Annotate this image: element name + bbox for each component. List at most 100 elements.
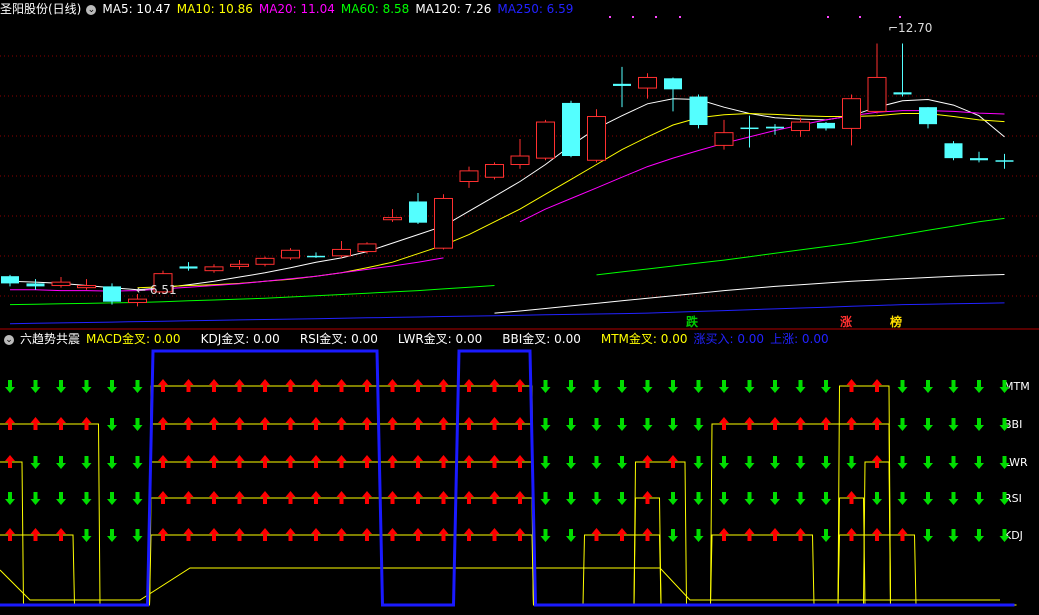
arrow-down-icon [846, 456, 857, 469]
arrow-down-icon [132, 492, 143, 505]
arrow-down-icon [923, 529, 933, 542]
top-marker-dot [859, 16, 861, 18]
arrow-down-icon [897, 492, 908, 505]
candle-body [230, 263, 249, 267]
level-label-kdj: KDJ [1004, 529, 1023, 542]
arrow-down-icon [566, 529, 576, 542]
candle-body [638, 76, 657, 89]
level-label-mtm: MTM [1004, 380, 1030, 393]
arrow-down-icon [974, 456, 984, 469]
candle-body [383, 217, 402, 221]
arrow-down-icon [591, 456, 602, 469]
arrow-down-icon [30, 380, 41, 393]
arrow-down-icon [923, 456, 933, 469]
ma-line-ma60 [596, 217, 1005, 276]
arrow-down-icon [56, 492, 66, 505]
arrow-down-icon [948, 418, 959, 431]
arrow-down-icon [81, 529, 92, 542]
arrow-down-icon [821, 492, 831, 505]
candle-body [842, 98, 861, 129]
candle-body [714, 132, 734, 146]
arrow-down-icon [132, 456, 143, 469]
arrow-down-icon [566, 380, 576, 393]
candle-body [510, 155, 530, 166]
arrow-down-icon [5, 380, 15, 393]
arrow-down-icon [821, 529, 831, 542]
candle-body [766, 126, 784, 129]
arrow-down-icon [693, 529, 704, 542]
signal-tag: 榜 [890, 314, 902, 329]
arrow-down-icon [617, 380, 627, 393]
arrow-down-icon [897, 456, 908, 469]
candle-body [128, 298, 147, 304]
arrow-down-icon [948, 380, 959, 393]
candle-body [970, 158, 988, 161]
arrow-down-icon [132, 418, 143, 431]
arrow-down-icon [56, 380, 66, 393]
level-label-lwr: LWR [1004, 456, 1028, 469]
arrow-down-icon [642, 418, 653, 431]
candle-body [867, 76, 887, 112]
arrow-down-icon [719, 380, 729, 393]
arrow-down-icon [948, 456, 959, 469]
candle-body [689, 96, 708, 126]
arrow-down-icon [795, 456, 806, 469]
candle-body [995, 160, 1014, 162]
arrow-down-icon [719, 456, 729, 469]
arrow-down-icon [107, 456, 117, 469]
candle-body [587, 116, 606, 161]
arrow-down-icon [897, 380, 908, 393]
arrow-down-icon [668, 418, 678, 431]
arrow-down-icon [107, 492, 117, 505]
level-label-rsi: RSI [1004, 492, 1022, 505]
arrow-down-icon [591, 380, 602, 393]
arrow-down-icon [872, 492, 882, 505]
candle-body [204, 266, 224, 272]
arrow-down-icon [540, 492, 551, 505]
arrow-down-icon [617, 418, 627, 431]
arrow-down-icon [81, 456, 92, 469]
arrow-down-icon [132, 380, 143, 393]
arrow-down-icon [107, 380, 117, 393]
arrow-down-icon [107, 418, 117, 431]
arrow-down-icon [744, 492, 755, 505]
arrow-down-icon [795, 380, 806, 393]
arrow-down-icon [617, 456, 627, 469]
top-marker-dot [655, 16, 657, 18]
arrow-down-icon [566, 492, 576, 505]
arrow-down-icon [30, 492, 41, 505]
arrow-down-icon [642, 380, 653, 393]
arrow-down-icon [693, 492, 704, 505]
candle-body [1, 276, 19, 284]
candle-body [255, 257, 275, 265]
candle-body [26, 283, 45, 287]
top-marker-dot [899, 16, 901, 18]
arrow-down-icon [974, 529, 984, 542]
arrow-down-icon [744, 380, 755, 393]
arrow-down-icon [566, 418, 576, 431]
arrow-down-icon [540, 529, 551, 542]
candle-body [485, 164, 504, 178]
arrow-down-icon [821, 380, 831, 393]
arrow-down-icon [923, 418, 933, 431]
signal-tag: 涨 [840, 314, 852, 329]
arrow-down-icon [974, 492, 984, 505]
low-price-marker: ← 6.51 [136, 283, 177, 297]
arrow-down-icon [923, 492, 933, 505]
ma-line-ma120 [494, 274, 1005, 314]
arrow-down-icon [107, 529, 117, 542]
candle-body [791, 121, 810, 132]
arrow-down-icon [948, 529, 959, 542]
arrow-down-icon [693, 456, 704, 469]
ma-line-ma20 [10, 257, 444, 292]
candle-body [281, 249, 300, 259]
chart-canvas[interactable]: ⌐12.70 ← 6.51 跌 涨 榜 MTM BBI LWR RSI KDJ [0, 0, 1039, 615]
candle-body [332, 248, 351, 257]
arrow-down-icon [81, 492, 92, 505]
candle-body [613, 83, 631, 86]
candle-body [357, 243, 377, 253]
arrow-down-icon [693, 418, 704, 431]
arrow-down-icon [591, 492, 602, 505]
arrow-down-icon [540, 456, 551, 469]
candle-body [562, 102, 580, 157]
